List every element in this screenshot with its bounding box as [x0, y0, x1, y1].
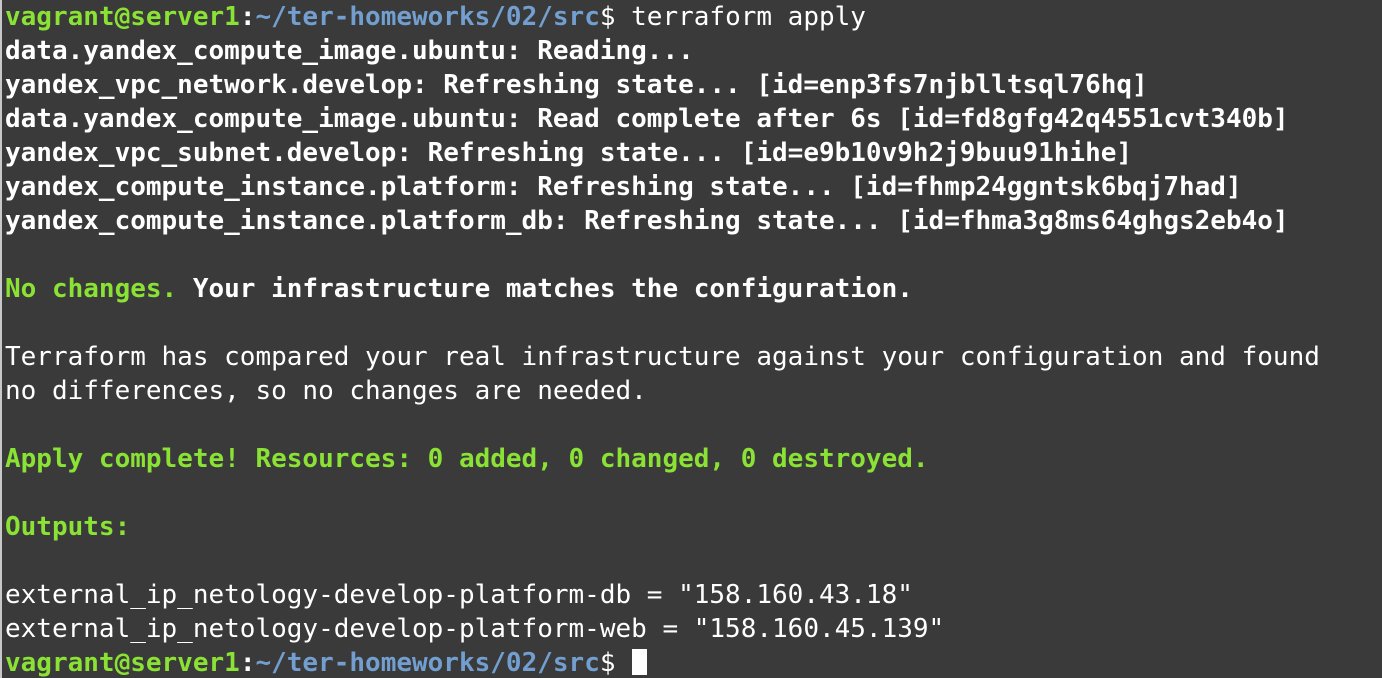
prompt-line: vagrant@server1:~/ter-homeworks/02/src$ … [5, 0, 1320, 34]
compare-line-2: no differences, so no changes are needed… [5, 376, 647, 406]
prompt-path: ~/ter-homeworks/02/src [255, 648, 600, 678]
output-line: yandex_vpc_network.develop: Refreshing s… [5, 70, 1148, 100]
no-changes-line: No changes. Your infrastructure matches … [5, 272, 1320, 306]
output-line: yandex_compute_instance.platform: Refres… [5, 172, 1242, 202]
prompt-path: ~/ter-homeworks/02/src [255, 2, 600, 32]
command-text: terraform apply [615, 2, 866, 32]
terminal-cursor [631, 649, 647, 675]
output-line: data.yandex_compute_image.ubuntu: Read c… [5, 104, 1289, 134]
output-value-db: external_ip_netology-develop-platform-db… [5, 580, 913, 610]
outputs-label: Outputs: [5, 512, 131, 542]
prompt-line-final[interactable]: vagrant@server1:~/ter-homeworks/02/src$ [5, 646, 1320, 678]
prompt-colon: : [239, 648, 256, 678]
prompt-symbol: $ [599, 2, 616, 32]
prompt-user-host: vagrant@server1 [5, 2, 240, 32]
prompt-colon: : [239, 2, 256, 32]
prompt-user-host: vagrant@server1 [5, 648, 240, 678]
prompt-symbol: $ [599, 648, 616, 678]
no-changes-text: Your infrastructure matches the configur… [177, 274, 913, 304]
output-line: data.yandex_compute_image.ubuntu: Readin… [5, 36, 694, 66]
compare-line-1: Terraform has compared your real infrast… [5, 342, 1320, 372]
terminal-window[interactable]: vagrant@server1:~/ter-homeworks/02/src$ … [0, 0, 1382, 678]
output-value-web: external_ip_netology-develop-platform-we… [5, 614, 945, 644]
no-changes-label: No changes. [5, 274, 178, 304]
terminal-output: vagrant@server1:~/ter-homeworks/02/src$ … [5, 0, 1320, 678]
output-line: yandex_vpc_subnet.develop: Refreshing st… [5, 138, 1133, 168]
apply-complete-line: Apply complete! Resources: 0 added, 0 ch… [5, 444, 929, 474]
output-line: yandex_compute_instance.platform_db: Ref… [5, 206, 1289, 236]
